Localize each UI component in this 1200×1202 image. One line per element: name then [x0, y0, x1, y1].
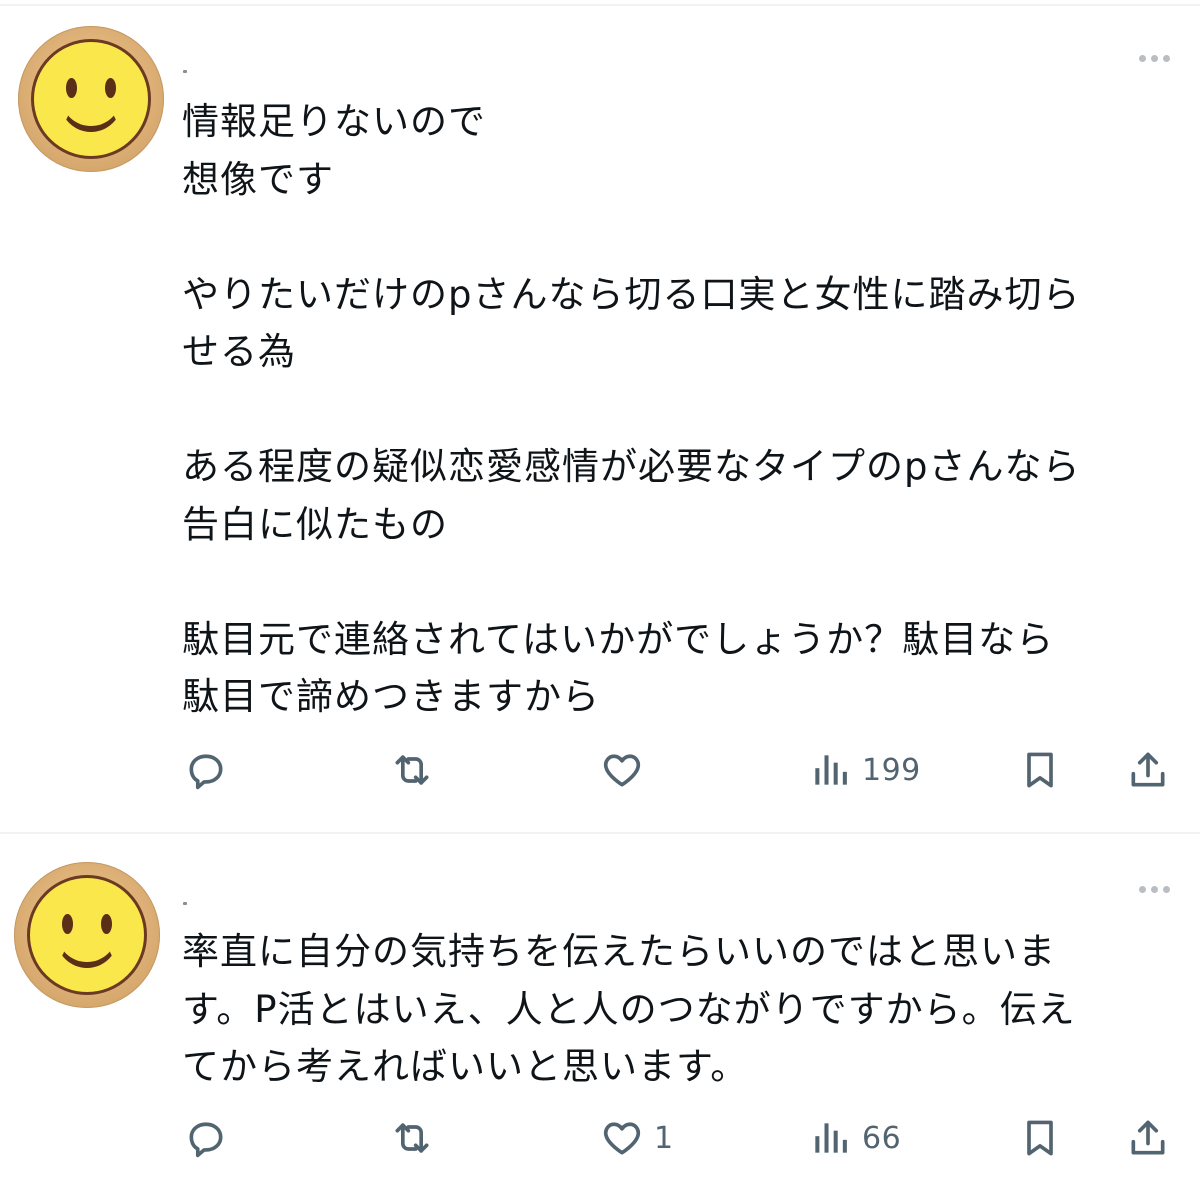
- view-count: 66: [862, 1120, 902, 1156]
- repost-button[interactable]: [390, 748, 434, 792]
- bookmark-icon: [1027, 752, 1053, 788]
- views-button[interactable]: 66: [808, 1116, 901, 1160]
- like-icon: [603, 1122, 641, 1155]
- username-mark: [183, 70, 187, 73]
- smiley-face-icon: [27, 875, 147, 995]
- avatar[interactable]: [18, 26, 164, 172]
- share-icon: [1131, 1120, 1165, 1155]
- smiley-face-icon: [31, 39, 151, 159]
- reply-icon: [189, 754, 223, 790]
- bookmark-icon: [1027, 1120, 1053, 1156]
- repost-icon: [395, 755, 429, 785]
- views-icon: [815, 755, 847, 785]
- username-mark: [183, 902, 187, 905]
- post-2[interactable]: 率直に自分の気持ちを伝えたらいいのではと思いま す。P活とはいえ、人と人のつなが…: [0, 834, 1200, 1202]
- reply-icon: [189, 1122, 223, 1158]
- bookmark-button[interactable]: [1018, 1116, 1062, 1160]
- post-actions: 1 66: [0, 1116, 1200, 1166]
- share-icon: [1131, 752, 1165, 787]
- more-icon[interactable]: [1139, 55, 1170, 62]
- repost-icon: [395, 1123, 429, 1153]
- share-button[interactable]: [1126, 748, 1170, 792]
- like-count: 1: [654, 1120, 674, 1156]
- like-button[interactable]: 1: [600, 1116, 674, 1160]
- like-button[interactable]: [600, 748, 654, 792]
- repost-button[interactable]: [390, 1116, 434, 1160]
- like-icon: [603, 754, 641, 787]
- views-button[interactable]: 199: [808, 748, 921, 792]
- views-icon: [815, 1123, 847, 1153]
- more-icon[interactable]: [1139, 886, 1170, 893]
- post-1[interactable]: 情報足りないので 想像です やりたいだけのpさんなら切る口実と女性に踏み切ら せ…: [0, 0, 1200, 832]
- bookmark-button[interactable]: [1018, 748, 1062, 792]
- reply-button[interactable]: [184, 1116, 228, 1160]
- share-button[interactable]: [1126, 1116, 1170, 1160]
- post-actions: 199: [0, 748, 1200, 798]
- avatar[interactable]: [14, 862, 160, 1008]
- post-text: 情報足りないので 想像です やりたいだけのpさんなら切る口実と女性に踏み切ら せ…: [182, 100, 1081, 718]
- reply-button[interactable]: [184, 748, 228, 792]
- view-count: 199: [862, 752, 921, 788]
- post-text: 率直に自分の気持ちを伝えたらいいのではと思いま す。P活とはいえ、人と人のつなが…: [182, 930, 1076, 1088]
